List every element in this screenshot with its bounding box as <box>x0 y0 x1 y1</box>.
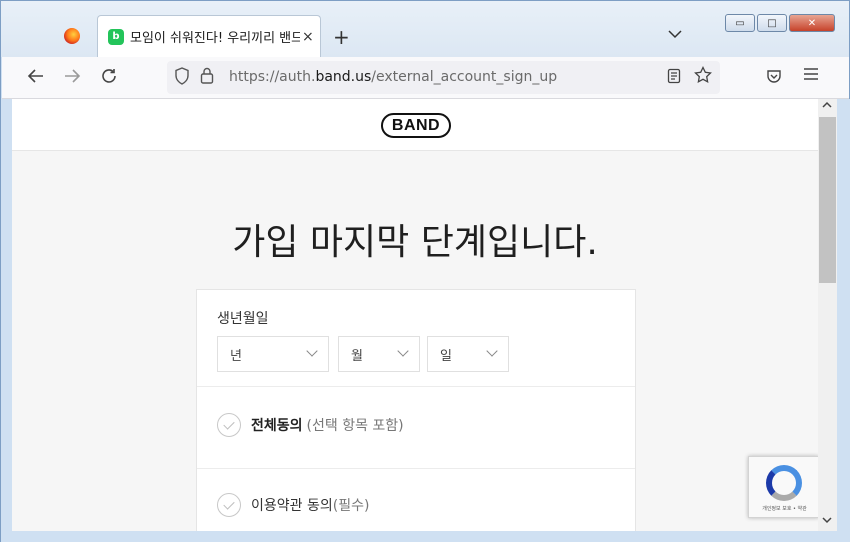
site-header: BAND <box>12 99 818 151</box>
app-menu-button[interactable] <box>803 65 819 86</box>
reader-view-icon <box>667 68 681 84</box>
birth-month-value: 월 <box>351 348 363 364</box>
url-text[interactable]: https://auth.band.us/external_account_si… <box>229 69 557 85</box>
window-border-left <box>1 99 12 531</box>
browser-window: b 모임이 쉬워진다! 우리끼리 밴드 × + ▭ □ ✕ https://au… <box>0 0 850 542</box>
star-icon <box>694 65 712 84</box>
pocket-button[interactable] <box>766 69 782 88</box>
birth-year-value: 년 <box>230 348 242 364</box>
list-all-tabs-button[interactable] <box>668 27 682 43</box>
birth-day-value: 일 <box>440 348 452 364</box>
agree-terms-checkbox[interactable]: 이용약관 동의 (필수) <box>217 493 369 517</box>
minimize-button[interactable]: ▭ <box>725 14 755 32</box>
check-circle-icon <box>217 493 241 517</box>
hamburger-menu-icon <box>804 68 818 80</box>
chevron-down-icon <box>486 345 498 357</box>
reload-button[interactable] <box>99 67 119 90</box>
recaptcha-footer: 개인정보 보호 • 약관 <box>762 506 807 512</box>
chevron-down-icon <box>397 345 409 357</box>
new-tab-button[interactable]: + <box>333 25 350 49</box>
signup-card: 생년월일 년 월 일 전체동의 (선택 항목 포함) 이용약관 동의 (필수) <box>196 289 636 531</box>
birth-day-select[interactable]: 일 <box>427 336 509 372</box>
url-bar[interactable]: https://auth.band.us/external_account_si… <box>167 61 720 94</box>
birthdate-label: 생년월일 <box>217 311 269 327</box>
agree-all-checkbox[interactable]: 전체동의 (선택 항목 포함) <box>217 413 404 437</box>
back-button[interactable] <box>26 67 46 90</box>
url-prefix: https://auth. <box>229 69 316 85</box>
birth-year-select[interactable]: 년 <box>217 336 329 372</box>
window-controls: ▭ □ ✕ <box>725 14 835 32</box>
arrow-left-icon <box>27 69 43 83</box>
birthdate-section: 생년월일 년 월 일 <box>197 290 635 387</box>
site-info-button[interactable] <box>199 66 215 86</box>
agree-terms-section: 이용약관 동의 (필수) <box>197 469 635 531</box>
forward-button[interactable] <box>62 67 82 90</box>
page-viewport: BAND 가입 마지막 단계입니다. 생년월일 년 월 일 전체동의 (선택 항… <box>12 99 818 531</box>
url-path: /external_account_sign_up <box>371 69 558 85</box>
window-border-right <box>837 99 850 531</box>
page-title: 가입 마지막 단계입니다. <box>232 222 598 263</box>
agree-all-label: 전체동의 <box>251 418 303 434</box>
chevron-down-icon <box>306 345 318 357</box>
recaptcha-icon <box>766 465 802 501</box>
tab-title: 모임이 쉬워진다! 우리끼리 밴드 <box>130 31 300 46</box>
agree-all-section: 전체동의 (선택 항목 포함) <box>197 387 635 469</box>
agree-all-sublabel: (선택 항목 포함) <box>306 418 404 434</box>
vertical-scrollbar[interactable] <box>818 99 837 531</box>
firefox-icon <box>64 28 80 44</box>
agree-terms-required: (필수) <box>332 498 370 514</box>
chevron-down-icon <box>668 30 682 39</box>
recaptcha-badge[interactable]: 개인정보 보호 • 약관 <box>748 456 818 518</box>
scroll-thumb[interactable] <box>819 117 836 283</box>
bookmark-button[interactable] <box>694 65 712 89</box>
scroll-up-button[interactable] <box>822 101 832 112</box>
agree-terms-label: 이용약관 동의 <box>251 498 333 514</box>
maximize-button[interactable]: □ <box>757 14 787 32</box>
scroll-down-button[interactable] <box>822 516 832 527</box>
lock-icon <box>200 67 214 84</box>
chevron-down-icon <box>822 517 832 524</box>
reload-icon <box>102 69 116 83</box>
band-favicon-icon: b <box>108 28 124 45</box>
navigation-toolbar: https://auth.band.us/external_account_si… <box>2 57 849 99</box>
active-tab[interactable]: b 모임이 쉬워진다! 우리끼리 밴드 × <box>97 15 321 57</box>
check-circle-icon <box>217 413 241 437</box>
arrow-right-icon <box>65 69 81 83</box>
birth-month-select[interactable]: 월 <box>338 336 420 372</box>
shield-icon <box>175 67 189 85</box>
url-host: band.us <box>315 69 372 85</box>
tab-close-icon[interactable]: × <box>302 29 314 45</box>
title-bar: b 모임이 쉬워진다! 우리끼리 밴드 × + ▭ □ ✕ <box>1 1 849 57</box>
reader-view-button[interactable] <box>667 68 681 88</box>
close-window-button[interactable]: ✕ <box>789 14 835 32</box>
tracking-protection-button[interactable] <box>174 67 190 89</box>
window-border-bottom <box>1 531 850 542</box>
pocket-icon <box>767 70 781 83</box>
band-logo[interactable]: BAND <box>381 113 451 138</box>
chevron-up-icon <box>822 101 832 108</box>
